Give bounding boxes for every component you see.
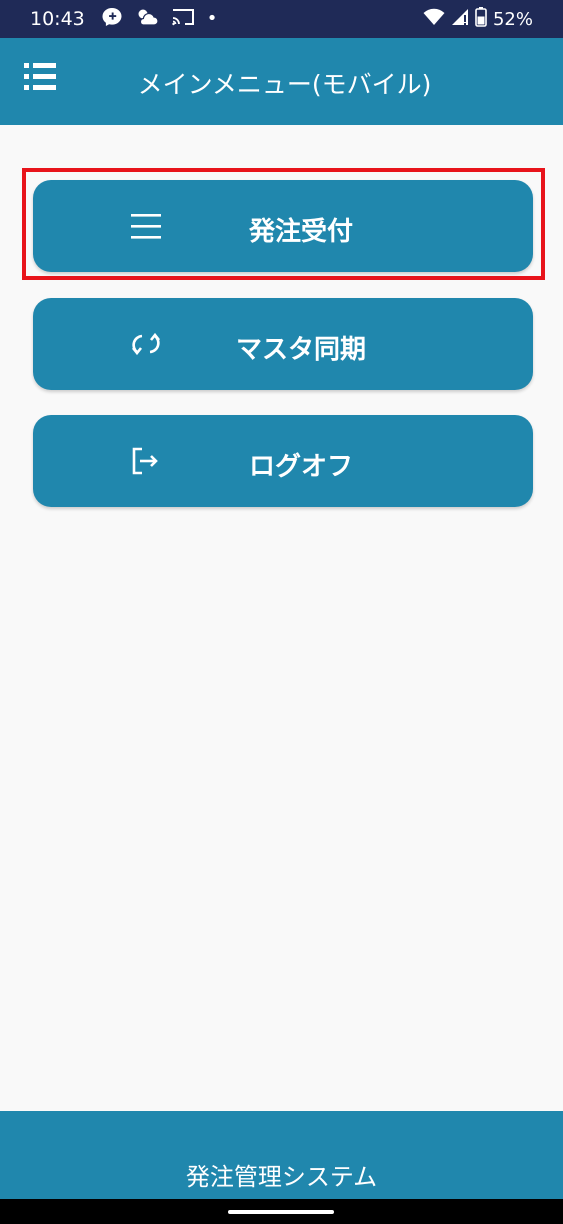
logoff-label: ログオフ (248, 452, 353, 482)
app-bar: メインメニュー(モバイル) (0, 38, 563, 125)
weather-icon (135, 7, 159, 31)
wifi-icon (423, 8, 445, 30)
home-gesture-handle[interactable] (228, 1210, 334, 1214)
notification-dot: • (206, 8, 218, 29)
logoff-button[interactable]: ログオフ (33, 415, 533, 507)
system-icons: 52% (423, 7, 533, 31)
signal-icon (451, 8, 469, 30)
notification-icons: • (101, 7, 218, 31)
master-sync-button[interactable]: マスタ同期 (33, 298, 533, 390)
order-receipt-button[interactable]: 発注受付 (33, 180, 533, 272)
order-receipt-label: 発注受付 (248, 217, 353, 247)
status-bar: 10:43 • 52% (0, 0, 563, 38)
page-title: メインメニュー(モバイル) (137, 70, 432, 99)
battery-percent: 52% (492, 8, 533, 30)
footer: 発注管理システム (0, 1111, 563, 1199)
battery-icon (475, 7, 487, 31)
master-sync-label: マスタ同期 (235, 335, 366, 365)
cast-icon (171, 8, 195, 30)
navigation-bar (0, 1199, 563, 1224)
screen: 10:43 • 52% メインメニュー(モバイル) 発注受付 マスタ同期 ログオ… (0, 0, 563, 1224)
messenger-icon (101, 7, 123, 31)
footer-title: 発注管理システム (185, 1163, 378, 1191)
status-time: 10:43 (30, 8, 85, 30)
